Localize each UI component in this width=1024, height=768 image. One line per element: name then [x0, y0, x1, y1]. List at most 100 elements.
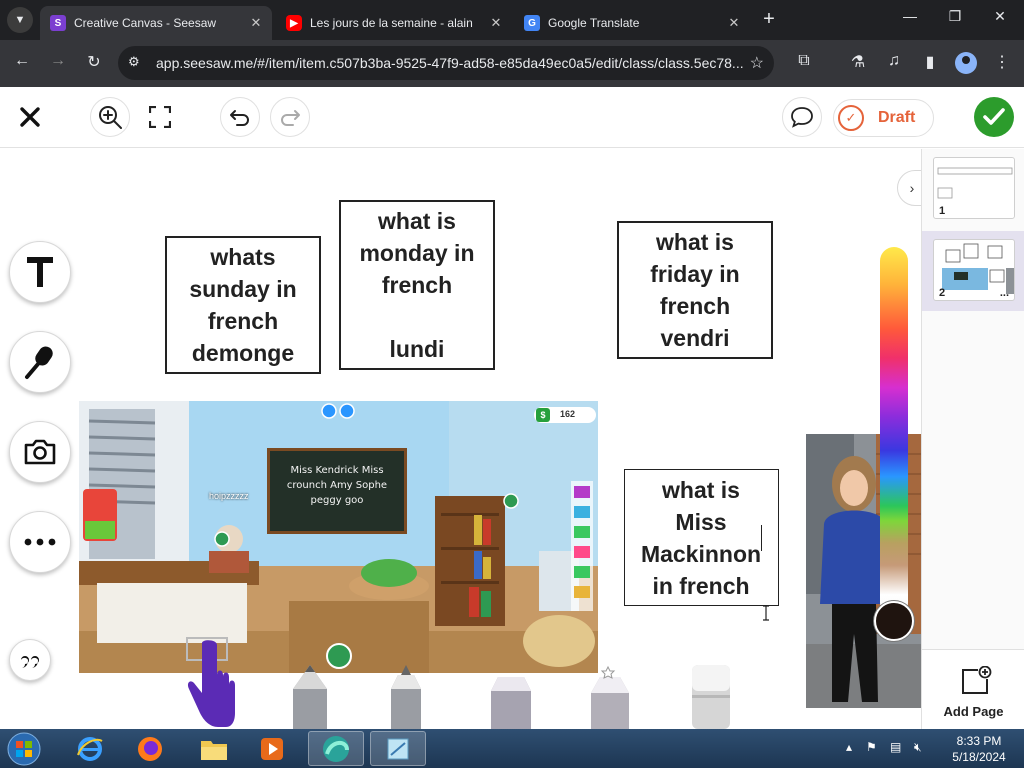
- tab-title: Creative Canvas - Seesaw: [74, 16, 217, 30]
- side-panel-icon[interactable]: ▮: [918, 52, 942, 72]
- media-player-icon: [261, 737, 283, 760]
- tab-les-jours[interactable]: ▶ Les jours de la semaine - alain ✕: [276, 6, 512, 40]
- screen: ▼ S Creative Canvas - Seesaw ✕ ▶ Les jou…: [0, 0, 1024, 768]
- page-thumbnail-2[interactable]: 2 ...: [933, 239, 1015, 301]
- firefox-task[interactable]: [122, 731, 178, 766]
- add-page-label: Add Page: [943, 704, 1004, 719]
- tab-title: Les jours de la semaine - alain: [310, 16, 473, 30]
- zoom-in-button[interactable]: [90, 97, 130, 137]
- redo-button[interactable]: [270, 97, 310, 137]
- game-screenshot[interactable]: Miss Kendrick Miss crounch Amy Sophe peg…: [79, 401, 598, 673]
- draft-button[interactable]: ✓ Draft: [833, 99, 934, 137]
- camera-icon: [24, 439, 56, 465]
- creative-canvas[interactable]: whats sunday in french demonge what is m…: [0, 149, 921, 729]
- textbox-text: whats sunday in french demonge: [189, 244, 297, 366]
- extensions-icon[interactable]: ⧉: [792, 52, 816, 70]
- undo-icon: [230, 110, 249, 126]
- text-tool-button[interactable]: [9, 241, 71, 303]
- draft-check-icon: ✓: [838, 105, 864, 131]
- snipping-tool-icon: [387, 738, 409, 759]
- new-tab-button[interactable]: +: [758, 8, 780, 31]
- restore-button[interactable]: ❐: [940, 8, 970, 25]
- more-dots-icon: [24, 538, 56, 546]
- minimize-button[interactable]: —: [895, 8, 925, 24]
- show-hidden-icons-icon[interactable]: ▴: [846, 740, 852, 754]
- close-icon[interactable]: ✕: [724, 15, 744, 31]
- color-picker-bar[interactable]: [880, 247, 908, 617]
- close-icon[interactable]: ✕: [246, 15, 266, 31]
- profile-avatar-icon[interactable]: [955, 52, 977, 74]
- pencil-icon: [293, 665, 327, 729]
- coin-counter: $ 162: [534, 407, 596, 423]
- window-close-button[interactable]: ✕: [985, 8, 1015, 25]
- clock-date: 5/18/2024: [952, 750, 1006, 764]
- more-tools-button[interactable]: [9, 511, 71, 573]
- selected-color-swatch[interactable]: [874, 601, 914, 641]
- start-button[interactable]: [0, 731, 48, 766]
- close-editor-button[interactable]: [10, 97, 50, 137]
- site-info-icon[interactable]: ⚙: [128, 54, 140, 70]
- tab-google-translate[interactable]: G Google Translate ✕: [514, 6, 750, 40]
- submit-check-button[interactable]: [974, 97, 1014, 137]
- media-player-task[interactable]: [244, 731, 300, 766]
- action-center-flag-icon[interactable]: ⚑: [866, 740, 877, 754]
- quote-icon: [21, 656, 39, 668]
- player-name: hoipzzzzz: [209, 491, 249, 501]
- undo-button[interactable]: [220, 97, 260, 137]
- camera-tool-button[interactable]: [9, 421, 71, 483]
- speech-bubble-icon: [791, 107, 813, 128]
- menu-dots-icon[interactable]: ⋮: [990, 52, 1014, 72]
- game-scene: [79, 401, 598, 673]
- tab-title: Google Translate: [548, 16, 640, 30]
- windows-logo-icon: [7, 732, 41, 765]
- add-page-icon: [962, 666, 992, 694]
- add-page-button[interactable]: Add Page: [922, 649, 1024, 729]
- fullscreen-button[interactable]: [140, 97, 180, 137]
- page-thumbnail-1[interactable]: 1: [933, 157, 1015, 219]
- textbox-friday[interactable]: what is friday in french vendri: [617, 221, 773, 359]
- close-icon: [20, 107, 40, 127]
- marker-icon: [391, 665, 421, 729]
- address-bar[interactable]: ⚙ app.seesaw.me/#/item/item.c507b3ba-952…: [118, 46, 774, 80]
- forward-arrow-icon[interactable]: →: [46, 52, 70, 70]
- chalkboard: Miss Kendrick Miss crounch Amy Sophe peg…: [267, 448, 407, 534]
- back-arrow-icon[interactable]: ←: [10, 52, 34, 70]
- notepad-task[interactable]: [370, 731, 426, 766]
- internet-explorer-task[interactable]: [62, 731, 118, 766]
- drawing-tools: [293, 665, 730, 729]
- caption-tool-button[interactable]: [9, 639, 51, 681]
- glitter-pen-icon: [591, 665, 629, 729]
- textbox-monday[interactable]: what is monday in french lundi: [339, 200, 495, 370]
- translate-icon: G: [524, 15, 540, 31]
- reload-icon[interactable]: ↻: [82, 52, 106, 72]
- checkmark-icon: [983, 108, 1005, 125]
- media-controls-icon[interactable]: ♫: [882, 52, 906, 70]
- windows-taskbar: ▴ ⚑ ▤ 🔇︎ 8:33 PM 5/18/2024: [0, 729, 1024, 768]
- dollar-icon: $: [536, 408, 550, 422]
- bookmark-star-icon[interactable]: ☆: [750, 53, 764, 73]
- tab-search-button[interactable]: ▼: [7, 7, 33, 33]
- internet-explorer-icon: [77, 736, 103, 761]
- labs-flask-icon[interactable]: ⚗: [846, 52, 870, 72]
- close-icon[interactable]: ✕: [486, 15, 506, 31]
- file-explorer-task[interactable]: [186, 731, 242, 766]
- eraser-icon: [692, 665, 730, 729]
- coin-value: 162: [560, 409, 576, 419]
- textbox-text: what is Miss Mackinnon in french: [640, 476, 762, 599]
- page-number: 1: [939, 205, 946, 217]
- browser-logo-icon: [323, 735, 349, 762]
- page-options[interactable]: ...: [1000, 287, 1009, 299]
- network-icon[interactable]: ▤: [890, 740, 901, 754]
- textbox-sunday[interactable]: whats sunday in french demonge: [165, 236, 321, 374]
- pages-panel: 1 2 ... Add Page: [921, 149, 1024, 729]
- textbox-mackinnon[interactable]: what is Miss Mackinnon in french: [624, 469, 779, 606]
- comment-button[interactable]: [782, 97, 822, 137]
- volume-muted-icon[interactable]: 🔇︎: [914, 740, 922, 755]
- tab-creative-canvas[interactable]: S Creative Canvas - Seesaw ✕: [40, 6, 272, 40]
- highlighter-icon: [491, 677, 531, 729]
- microphone-icon: [25, 346, 53, 379]
- text-caret: [761, 524, 763, 551]
- browser-task[interactable]: [308, 731, 364, 766]
- clock[interactable]: 8:33 PM 5/18/2024: [946, 733, 1012, 765]
- voice-tool-button[interactable]: [9, 331, 71, 393]
